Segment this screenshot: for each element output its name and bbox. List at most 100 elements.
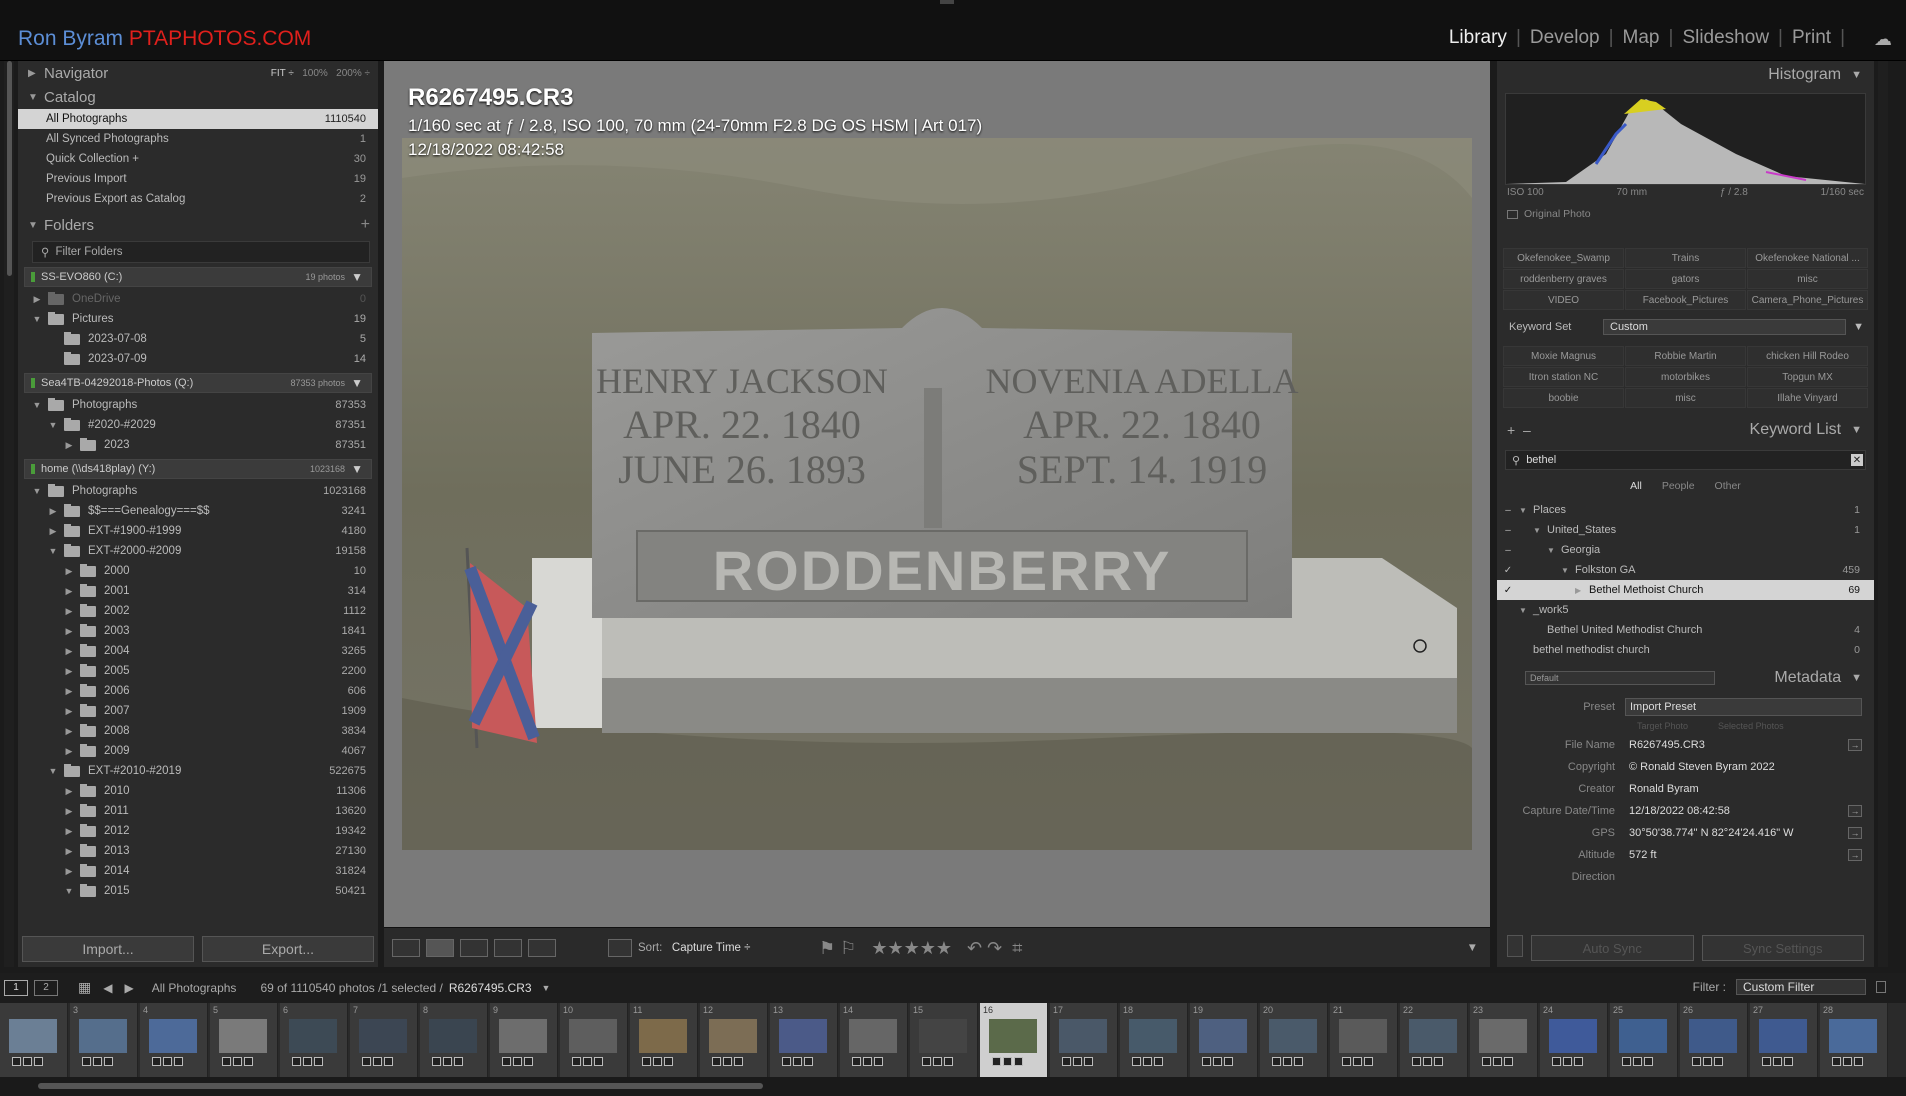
target-photo-button[interactable]: Target Photo: [1637, 721, 1688, 731]
filmstrip-thumb[interactable]: 5: [210, 1003, 278, 1077]
folder-item[interactable]: ▶ 2012 19342: [18, 821, 378, 841]
filmstrip-thumb[interactable]: 27: [1750, 1003, 1818, 1077]
right-scrollbar[interactable]: [1878, 61, 1888, 967]
metadata-value[interactable]: © Ronald Steven Byram 2022: [1625, 758, 1874, 776]
filmstrip-thumb[interactable]: 23: [1470, 1003, 1538, 1077]
folder-item[interactable]: ▶ $$===Genealogy===$$ 3241: [18, 501, 378, 521]
rotate-left-icon[interactable]: ↶: [967, 938, 982, 959]
keyword-chip[interactable]: Okefenokee_Swamp: [1503, 248, 1624, 268]
filmstrip-thumb[interactable]: 20: [1260, 1003, 1328, 1077]
folder-item[interactable]: ▼ Photographs 1023168: [18, 481, 378, 501]
keyword-list-header[interactable]: + – Keyword List ▼: [1497, 416, 1874, 444]
disclosure-icon[interactable]: ▶: [62, 566, 76, 577]
folder-item[interactable]: ▶ 2001 314: [18, 581, 378, 601]
volume-q[interactable]: Sea4TB-04292018-Photos (Q:) 87353 photos ▼: [24, 373, 372, 393]
disclosure-icon[interactable]: ▶: [46, 506, 60, 517]
filmstrip-thumb[interactable]: 6: [280, 1003, 348, 1077]
filmstrip-thumb[interactable]: 13: [770, 1003, 838, 1077]
metadata-action-icon[interactable]: →: [1848, 827, 1862, 839]
catalog-item[interactable]: Previous Import 19: [18, 169, 378, 189]
autosync-button[interactable]: Auto Sync: [1531, 935, 1694, 961]
metadata-value[interactable]: 12/18/2022 08:42:58: [1625, 802, 1874, 820]
catalog-item[interactable]: Previous Export as Catalog 2: [18, 189, 378, 209]
filmstrip-thumb[interactable]: 15: [910, 1003, 978, 1077]
volume-c[interactable]: SS-EVO860 (C:) 19 photos ▼: [24, 267, 372, 287]
metadata-value[interactable]: 30°50'38.774" N 82°24'24.416" W: [1625, 824, 1874, 842]
toolbar-menu-icon[interactable]: ▼: [1467, 938, 1478, 958]
keyword-item[interactable]: ✓ ▶ Bethel Methoist Church 69: [1497, 580, 1874, 600]
disclosure-icon[interactable]: ▶: [62, 686, 76, 697]
filmstrip-thumb[interactable]: 11: [630, 1003, 698, 1077]
folder-item[interactable]: ▼ EXT-#2010-#2019 522675: [18, 761, 378, 781]
filmstrip-thumb[interactable]: 26: [1680, 1003, 1748, 1077]
chevron-down-icon[interactable]: ▼: [1853, 321, 1864, 333]
disclosure-icon[interactable]: ▶: [62, 726, 76, 737]
sync-settings-button[interactable]: Sync Settings: [1701, 935, 1864, 961]
loupe-view-icon[interactable]: [426, 939, 454, 957]
filmstrip-thumb[interactable]: 28: [1820, 1003, 1888, 1077]
keyword-chip[interactable]: Topgun MX: [1747, 367, 1868, 387]
keyword-item[interactable]: bethel methodist church 0: [1497, 640, 1874, 660]
filmstrip-thumb[interactable]: 22: [1400, 1003, 1468, 1077]
disclosure-icon[interactable]: ▶: [46, 526, 60, 537]
disclosure-icon[interactable]: ▶: [62, 606, 76, 617]
module-library[interactable]: Library: [1449, 27, 1507, 49]
grid-icon[interactable]: ▦: [78, 979, 91, 996]
tab-other[interactable]: Other: [1715, 480, 1741, 492]
filmstrip-thumb[interactable]: 4: [140, 1003, 208, 1077]
keyword-chip[interactable]: Moxie Magnus: [1503, 346, 1624, 366]
keyword-chip[interactable]: Camera_Phone_Pictures: [1747, 290, 1868, 310]
disclosure-icon[interactable]: ▶: [62, 826, 76, 837]
filmstrip-thumb[interactable]: [0, 1003, 68, 1077]
filmstrip-thumb[interactable]: 24: [1540, 1003, 1608, 1077]
filmstrip-thumb[interactable]: 10: [560, 1003, 628, 1077]
filmstrip-scrollbar[interactable]: [0, 1077, 1906, 1096]
keyword-chip[interactable]: Facebook_Pictures: [1625, 290, 1746, 310]
keyword-item[interactable]: – ▼ Places 1: [1497, 500, 1874, 520]
disclosure-icon[interactable]: ▼: [30, 486, 44, 496]
metadata-view-select[interactable]: Default: [1525, 671, 1715, 685]
reject-flag-icon[interactable]: ⚐: [840, 938, 856, 959]
keyword-check[interactable]: ✓: [1497, 585, 1519, 596]
keyword-chip[interactable]: roddenberry graves: [1503, 269, 1624, 289]
filter-folders-input[interactable]: ⚲ Filter Folders: [32, 241, 370, 263]
metadata-action-icon[interactable]: →: [1848, 805, 1862, 817]
keyword-item[interactable]: ✓ ▼ Folkston GA 459: [1497, 560, 1874, 580]
disclosure-icon[interactable]: ▶: [62, 866, 76, 877]
catalog-item[interactable]: Quick Collection +30: [18, 149, 378, 169]
folder-item[interactable]: ▶ 2014 31824: [18, 861, 378, 881]
keyword-chip[interactable]: Okefenokee National ...: [1747, 248, 1868, 268]
folder-item[interactable]: ▶ 2002 1112: [18, 601, 378, 621]
catalog-header[interactable]: ▼ Catalog: [18, 85, 378, 109]
keyword-item[interactable]: ▼ _work5: [1497, 600, 1874, 620]
volume-y[interactable]: home (\\ds418play) (Y:) 1023168 ▼: [24, 459, 372, 479]
disclosure-icon[interactable]: ▼: [46, 766, 60, 776]
sync-toggle[interactable]: [1507, 935, 1523, 957]
filmstrip-source[interactable]: All Photographs: [152, 981, 237, 995]
filmstrip-file[interactable]: R6267495.CR3: [449, 981, 532, 995]
disclosure-icon[interactable]: ▶: [62, 646, 76, 657]
filmstrip-thumb[interactable]: 9: [490, 1003, 558, 1077]
chevron-down-icon[interactable]: ▼: [542, 983, 551, 993]
histogram-header[interactable]: Histogram ▼: [1497, 61, 1874, 89]
folder-item[interactable]: ▶ 2006 606: [18, 681, 378, 701]
add-folder-button[interactable]: +: [361, 216, 370, 234]
disclosure-icon[interactable]: ▶: [62, 786, 76, 797]
metadata-action-icon[interactable]: →: [1848, 739, 1862, 751]
left-scrollbar[interactable]: [4, 61, 14, 967]
filmstrip-thumb[interactable]: 17: [1050, 1003, 1118, 1077]
keyword-search-input[interactable]: ⚲ bethel ✕: [1505, 450, 1866, 470]
keyword-check[interactable]: ✓: [1497, 565, 1519, 576]
import-button[interactable]: Import...: [22, 936, 194, 962]
primary-window-button[interactable]: 1: [4, 979, 28, 996]
filmstrip-thumb[interactable]: 8: [420, 1003, 488, 1077]
filter-select[interactable]: Custom Filter: [1736, 979, 1866, 995]
folder-item[interactable]: ▶ 2007 1909: [18, 701, 378, 721]
keyword-chip[interactable]: Illahe Vinyard: [1747, 388, 1868, 408]
filter-lock-icon[interactable]: [1876, 981, 1886, 993]
catalog-item[interactable]: All Synced Photographs 1: [18, 129, 378, 149]
disclosure-icon[interactable]: ▶: [62, 846, 76, 857]
back-arrow-icon[interactable]: ◀: [103, 981, 112, 995]
folder-item[interactable]: ▼ #2020-#2029 87351: [18, 415, 378, 435]
disclosure-icon[interactable]: ▼: [46, 546, 60, 556]
